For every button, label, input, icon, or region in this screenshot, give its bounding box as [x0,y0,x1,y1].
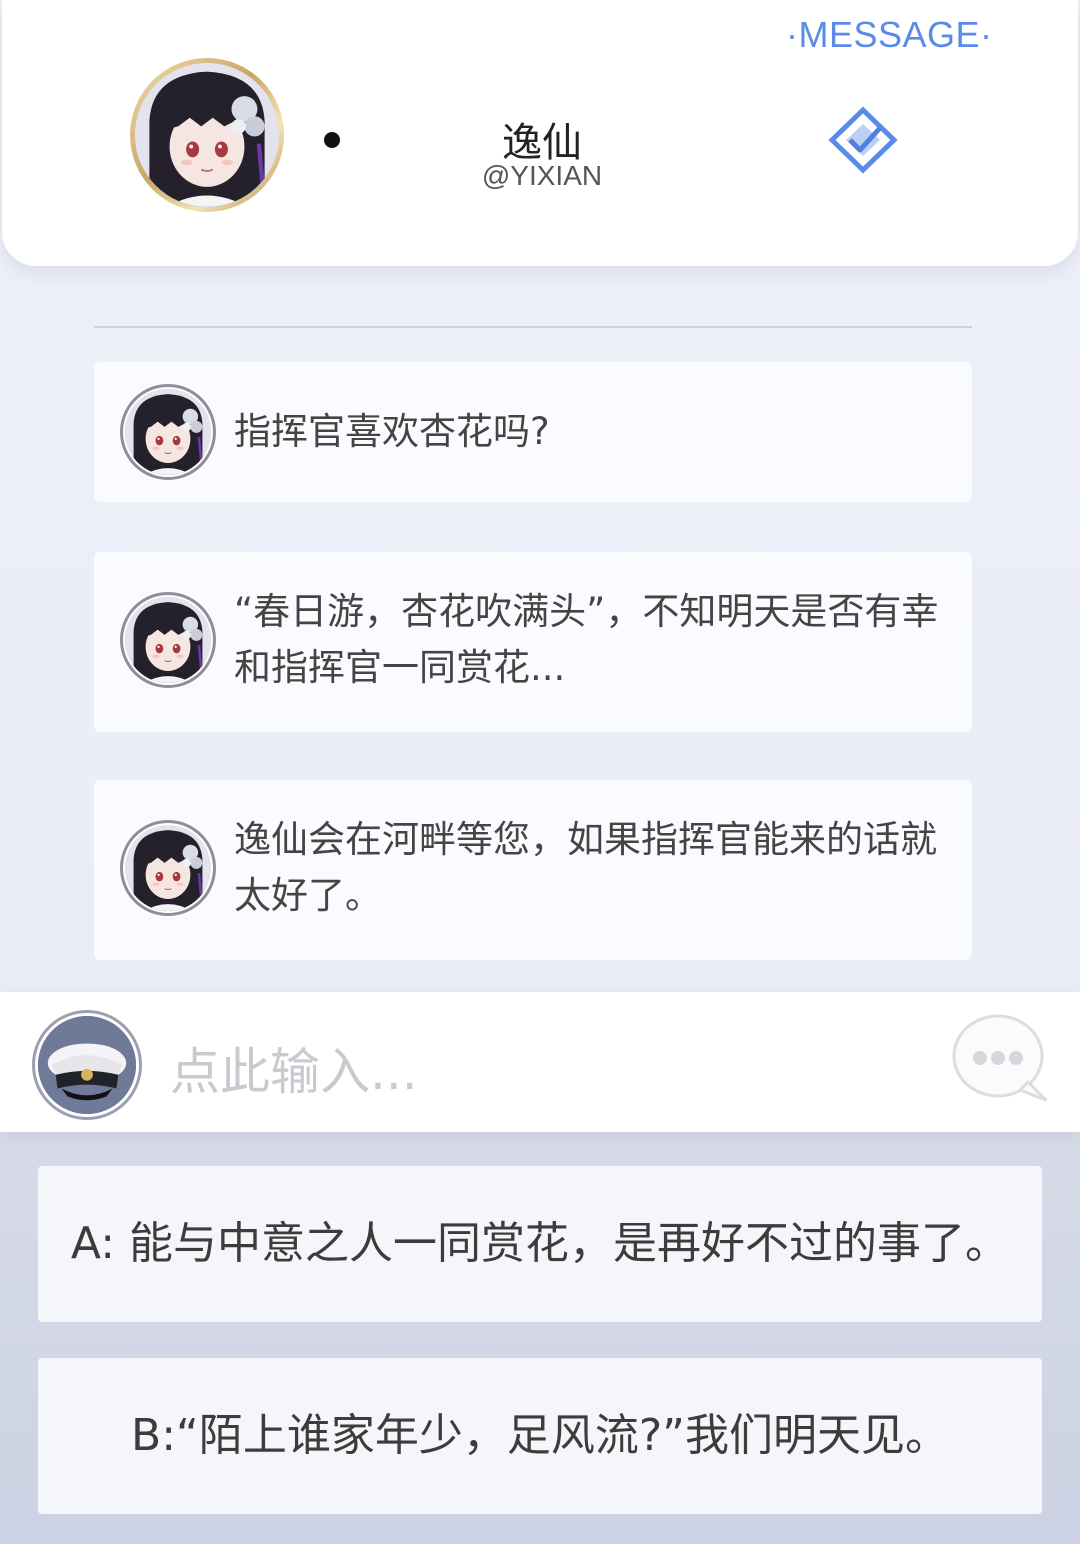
message-text: “春日游，杏花吹满头”，不知明天是否有幸和指挥官一同赏花... [234,590,939,689]
sender-avatar[interactable] [120,592,216,688]
status-dot [324,132,340,148]
message-text: 指挥官喜欢杏花吗? [234,410,550,453]
contact-header: ·MESSAGE· 逸仙 @YIXIAN [2,0,1078,266]
sender-avatar[interactable] [120,384,216,480]
reply-option-b[interactable]: B:“陌上谁家年少，足风流?”我们明天见。 [38,1358,1042,1514]
contact-handle: @YIXIAN [481,160,603,191]
user-avatar[interactable] [32,1010,142,1120]
input-bar: 点此输入... [0,992,1080,1132]
message-bubble: “春日游，杏花吹满头”，不知明天是否有幸和指挥官一同赏花... [94,552,972,732]
yixian-portrait-icon [135,63,279,207]
sender-avatar[interactable] [120,820,216,916]
message-title: ·MESSAGE· [786,14,993,55]
contact-avatar[interactable] [130,58,284,212]
message-bubble: 指挥官喜欢杏花吗? [94,362,972,502]
commander-cap-icon [38,1016,136,1114]
reply-option-a[interactable]: A: 能与中意之人一同赏花，是再好不过的事了。 [38,1166,1042,1322]
message-bubble: 逸仙会在河畔等您，如果指挥官能来的话就太好了。 [94,780,972,960]
message-input[interactable]: 点此输入... [170,1032,418,1104]
divider [94,326,972,328]
chat-bubble-icon[interactable] [950,1012,1050,1104]
message-text: 逸仙会在河畔等您，如果指挥官能来的话就太好了。 [234,818,937,917]
verified-diamond-icon [828,106,898,174]
yixian-portrait-icon [125,389,211,475]
yixian-portrait-icon [125,597,211,683]
yixian-portrait-icon [125,825,211,911]
